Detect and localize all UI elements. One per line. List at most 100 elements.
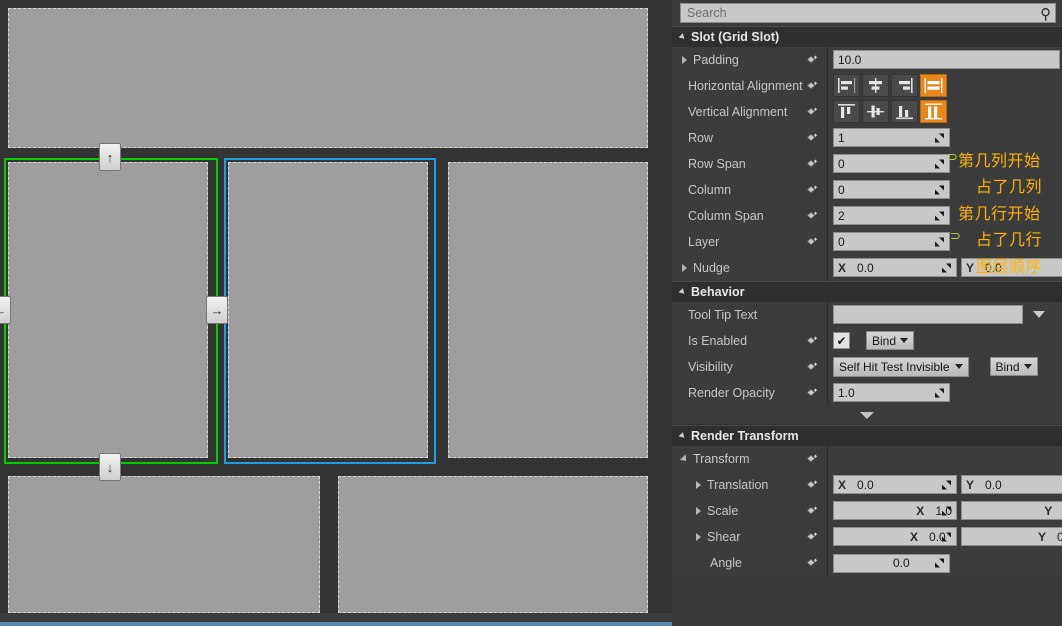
label-text: Horizontal Alignment (688, 78, 803, 93)
align-fill-icon[interactable] (920, 100, 947, 123)
section-header-slot[interactable]: Slot (Grid Slot) (672, 26, 1062, 47)
spinner-drag-icon[interactable] (934, 158, 945, 169)
bottom-left-widget[interactable] (8, 476, 320, 613)
bind-diamond-icon[interactable] (806, 452, 819, 465)
align-fill-icon[interactable] (920, 74, 947, 97)
shear-x-input[interactable]: X 0.0 (833, 527, 957, 546)
padding-input[interactable]: 10.0 (833, 50, 1060, 69)
search-input[interactable]: Search ⚲ (680, 3, 1056, 23)
spinner-drag-icon[interactable] (934, 210, 945, 221)
top-wide-widget[interactable] (8, 8, 648, 148)
translation-x-input[interactable]: X 0.0 (833, 475, 957, 494)
bind-diamond-icon[interactable] (806, 131, 819, 144)
align-middle-icon[interactable] (862, 100, 889, 123)
move-down-handle[interactable]: ↓ (99, 453, 121, 481)
spinner-drag-icon[interactable] (934, 236, 945, 247)
bind-diamond-icon[interactable] (806, 157, 819, 170)
property-row-tool-tip-text[interactable]: Tool Tip Text (672, 301, 1062, 328)
property-row-padding[interactable]: Padding 10.0 (672, 46, 1062, 73)
property-fields-render-opacity: 1.0 (828, 379, 1062, 406)
bind-diamond-icon[interactable] (806, 530, 819, 543)
bind-diamond-icon[interactable] (806, 504, 819, 517)
column-span-input[interactable]: 2 (833, 206, 950, 225)
nudge-x-value: 0.0 (857, 260, 874, 275)
bind-diamond-icon[interactable] (806, 386, 819, 399)
scale-x-input[interactable]: X 1.0 (833, 501, 957, 520)
translation-y-input[interactable]: Y 0.0 (961, 475, 1062, 494)
shear-y-input[interactable]: Y 0.0 (961, 527, 1062, 546)
angle-input[interactable]: 0.0 (833, 553, 950, 573)
property-fields-visibility: Self Hit Test Invisible Bind (828, 353, 1062, 380)
is-enabled-checkbox[interactable]: ✔ (833, 332, 850, 349)
chevron-right-icon[interactable] (696, 506, 701, 515)
bind-diamond-icon[interactable] (806, 79, 819, 92)
property-row-shear[interactable]: Shear X 0.0 Y 0 (672, 523, 1062, 550)
chevron-right-icon[interactable] (682, 263, 687, 272)
nudge-x-input[interactable]: X 0.0 (833, 258, 957, 277)
visibility-dropdown[interactable]: Self Hit Test Invisible (833, 356, 969, 377)
search-icon[interactable]: ⚲ (1040, 5, 1051, 23)
label-text: Scale (707, 503, 739, 518)
layer-input[interactable]: 0 (833, 232, 950, 251)
property-label-row-span: Row Span (672, 150, 828, 177)
bind-diamond-icon[interactable] (806, 53, 819, 66)
move-up-handle[interactable]: ↑ (99, 143, 121, 171)
bind-diamond-icon[interactable] (806, 334, 819, 347)
property-row-is-enabled[interactable]: Is Enabled ✔ Bind (672, 327, 1062, 354)
angle-value: 0.0 (893, 556, 910, 570)
chevron-down-icon[interactable] (679, 453, 690, 464)
row-span-input[interactable]: 0 (833, 154, 950, 173)
align-left-icon[interactable] (833, 74, 860, 97)
spinner-drag-icon[interactable] (934, 387, 945, 398)
property-row-vertical-alignment[interactable]: Vertical Alignment (672, 98, 1062, 125)
move-left-handle[interactable]: ← (0, 296, 11, 324)
move-right-handle[interactable]: → (206, 296, 228, 324)
chevron-right-icon[interactable] (682, 55, 687, 64)
section-header-render-transform[interactable]: Render Transform (672, 425, 1062, 446)
spinner-drag-icon[interactable] (941, 262, 952, 273)
bind-diamond-icon[interactable] (806, 478, 819, 491)
bind-diamond-icon[interactable] (806, 183, 819, 196)
spinner-drag-icon[interactable] (934, 132, 945, 143)
show-more-behavior-button[interactable] (672, 406, 1062, 425)
bind-diamond-icon[interactable] (806, 105, 819, 118)
designer-canvas[interactable]: ↑ ↓ → ← (0, 0, 672, 626)
tool-tip-text-input[interactable] (833, 305, 1023, 324)
label-text: Translation (707, 477, 769, 492)
row-input[interactable]: 1 (833, 128, 950, 147)
property-row-visibility[interactable]: Visibility Self Hit Test Invisible Bind (672, 353, 1062, 380)
property-label-column-span: Column Span (672, 202, 828, 229)
chevron-right-icon[interactable] (696, 532, 701, 541)
property-row-horizontal-alignment[interactable]: Horizontal Alignment (672, 72, 1062, 99)
property-row-render-opacity[interactable]: Render Opacity 1.0 (672, 379, 1062, 406)
align-center-icon[interactable] (862, 74, 889, 97)
section-header-behavior[interactable]: Behavior (672, 281, 1062, 302)
property-fields-scale: X 1.0 Y 1.0 (828, 497, 1062, 524)
bind-diamond-icon[interactable] (806, 209, 819, 222)
chevron-down-icon[interactable] (1033, 311, 1045, 318)
middle-widget[interactable] (228, 162, 428, 458)
property-row-translation[interactable]: Translation X 0.0 Y 0.0 (672, 471, 1062, 498)
align-top-icon[interactable] (833, 100, 860, 123)
align-right-icon[interactable] (891, 74, 918, 97)
bottom-right-widget[interactable] (338, 476, 648, 613)
chevron-right-icon[interactable] (696, 480, 701, 489)
spinner-drag-icon[interactable] (941, 479, 952, 490)
align-bottom-icon[interactable] (891, 100, 918, 123)
visibility-bind-button[interactable]: Bind (989, 357, 1038, 376)
right-widget[interactable] (448, 162, 648, 458)
property-row-scale[interactable]: Scale X 1.0 Y (672, 497, 1062, 524)
spinner-drag-icon[interactable] (934, 558, 945, 569)
left-widget[interactable] (8, 162, 208, 458)
scale-y-input[interactable]: Y 1.0 (961, 501, 1062, 520)
spinner-drag-icon[interactable] (934, 184, 945, 195)
render-opacity-input[interactable]: 1.0 (833, 383, 950, 402)
property-row-transform[interactable]: Transform (672, 445, 1062, 472)
bind-diamond-icon[interactable] (806, 235, 819, 248)
is-enabled-bind-button[interactable]: Bind (866, 331, 915, 350)
bind-diamond-icon[interactable] (806, 557, 819, 570)
property-row-angle[interactable]: Angle 0.0 (672, 550, 1062, 576)
chevron-down-icon (1023, 364, 1032, 369)
bind-diamond-icon[interactable] (806, 360, 819, 373)
column-input[interactable]: 0 (833, 180, 950, 199)
